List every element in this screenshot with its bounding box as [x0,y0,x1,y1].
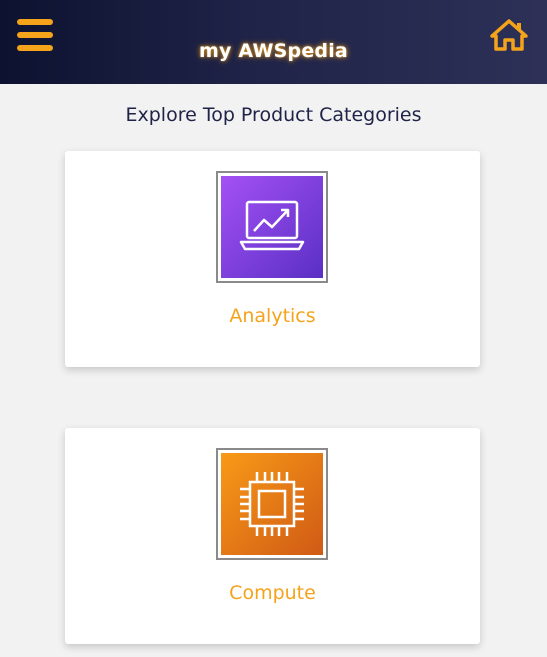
category-icon-frame [216,171,328,283]
home-button[interactable] [490,19,528,51]
category-icon-frame [216,448,328,560]
hamburger-menu-icon [17,19,53,25]
category-card-analytics[interactable]: Analytics [65,151,480,367]
analytics-tile [221,176,323,278]
compute-tile [221,453,323,555]
category-label: Compute [229,582,316,604]
category-card-compute[interactable]: Compute [65,428,480,644]
hamburger-menu-icon [17,32,53,38]
category-label: Analytics [229,305,316,327]
section-title: Explore Top Product Categories [125,104,422,126]
chip-icon [240,472,304,536]
app-header: my AWSpedia [0,0,547,84]
analytics-chart-icon [239,200,305,251]
app-title: my AWSpedia [199,40,348,62]
home-icon [490,19,528,51]
